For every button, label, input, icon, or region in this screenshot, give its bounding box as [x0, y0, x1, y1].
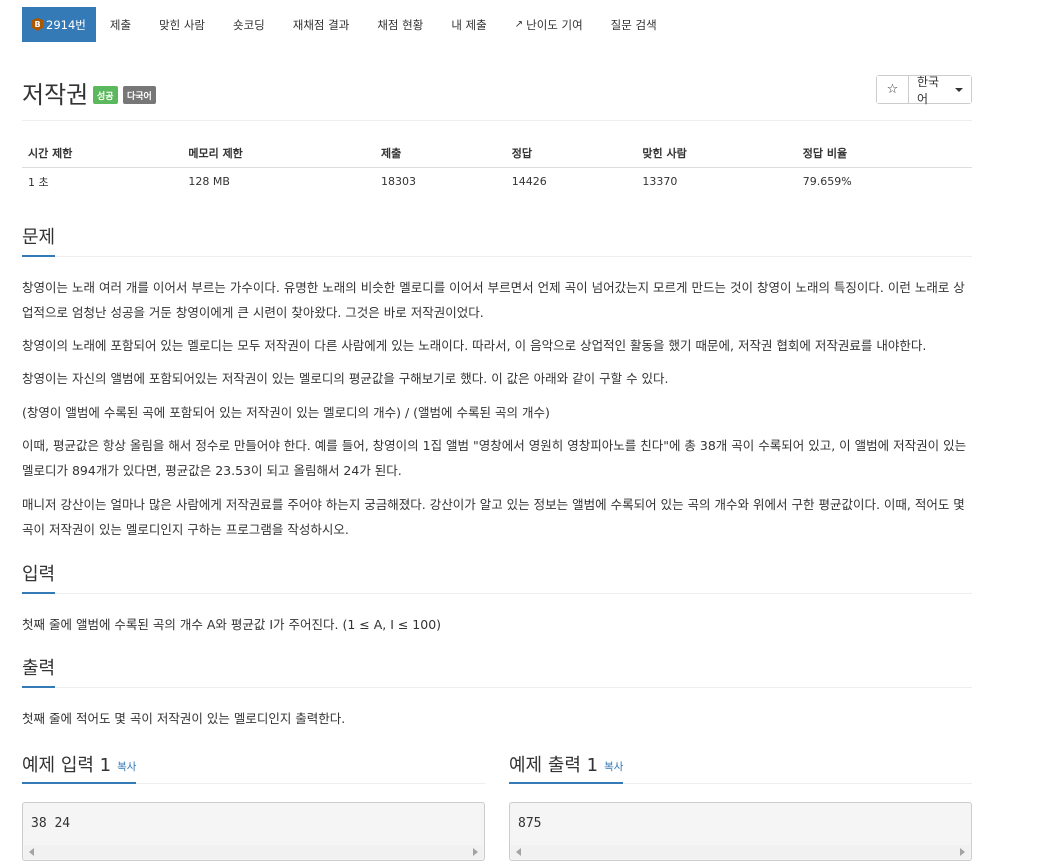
header-accept-ratio: 정답 비율: [796, 140, 972, 168]
sample-output-heading: 예제 출력 1: [509, 755, 599, 776]
sample-output-box[interactable]: 875: [509, 802, 972, 861]
problem-paragraph: 매니저 강산이는 얼마나 많은 사람에게 저작권료를 주어야 하는지 궁금해졌다…: [22, 497, 965, 537]
title-button-group: ☆ 한국어: [876, 75, 972, 106]
info-value-row: 1 초 128 MB 18303 14426 13370 79.659%: [22, 167, 972, 196]
output-section-header: 출력: [22, 654, 972, 688]
value-memory-limit: 128 MB: [188, 175, 230, 189]
star-icon: ☆: [886, 82, 899, 97]
external-link-icon: ↗: [514, 19, 524, 30]
tab-difficulty-contribution[interactable]: ↗ 난이도 기여: [501, 7, 597, 42]
multilingual-badge: 다국어: [123, 86, 156, 104]
copy-sample-output-button[interactable]: 복사: [604, 761, 623, 773]
sample-output-value: 875: [518, 816, 542, 831]
tab-status[interactable]: 채점 현황: [363, 7, 437, 42]
value-solved-users: 13370: [642, 175, 678, 189]
problem-paragraph: 창영이는 자신의 앨범에 포함되어있는 저작권이 있는 멜로디의 평균값을 구해…: [22, 371, 669, 386]
language-dropdown[interactable]: 한국어: [909, 75, 971, 106]
header-submissions: 제출: [375, 140, 506, 168]
horizontal-scrollbar[interactable]: [24, 845, 483, 859]
sample-input-header: 예제 입력 1 복사: [22, 751, 485, 784]
input-section-header: 입력: [22, 560, 972, 594]
tab-submit[interactable]: 제출: [96, 7, 145, 42]
sample-output-heading-wrap: 예제 출력 1 복사: [509, 751, 624, 784]
problem-info-table: 시간 제한 메모리 제한 제출 정답 맞힌 사람 정답 비율 1 초 128 M…: [22, 140, 972, 196]
language-label: 한국어: [917, 74, 940, 106]
sample-input-value: 38 24: [31, 816, 71, 831]
header-solved-users: 맞힌 사람: [636, 140, 797, 168]
header-accepted: 정답: [505, 140, 637, 168]
tab-solved-users[interactable]: 맞힌 사람: [145, 7, 219, 42]
input-description: 첫째 줄에 앨범에 수록된 곡의 개수 A와 평균값 I가 주어진다. (1 ≤…: [22, 617, 442, 632]
value-time-limit: 1 초: [28, 175, 49, 189]
sample-input-heading: 예제 입력 1: [22, 755, 112, 776]
horizontal-scrollbar[interactable]: [511, 845, 970, 859]
value-accept-ratio: 79.659%: [802, 175, 852, 189]
header-time-limit: 시간 제한: [22, 140, 183, 168]
scroll-right-arrow-icon[interactable]: [473, 848, 478, 856]
bronze-tier-icon: B: [32, 18, 43, 31]
problem-menu: B 2914번 제출 맞힌 사람 숏코딩 재채점 결과 채점 현황 내 제출 ↗…: [22, 7, 671, 42]
output-heading: 출력: [22, 654, 56, 688]
problem-number-label: 2914번: [46, 17, 86, 32]
sample-input-heading-wrap: 예제 입력 1 복사: [22, 751, 137, 784]
value-accepted: 14426: [511, 175, 547, 189]
page-title: 저작권: [22, 81, 89, 109]
value-submissions: 18303: [381, 175, 417, 189]
problem-page: B 2914번 제출 맞힌 사람 숏코딩 재채점 결과 채점 현황 내 제출 ↗…: [0, 0, 1043, 867]
tab-short-coding[interactable]: 숏코딩: [219, 7, 279, 42]
problem-heading: 문제: [22, 223, 56, 257]
success-badge: 성공: [93, 86, 118, 104]
star-button[interactable]: ☆: [877, 76, 909, 103]
title-row: 저작권 성공 다국어 ☆ 한국어: [22, 72, 972, 112]
tab-problem-number[interactable]: B 2914번: [22, 7, 96, 42]
problem-paragraph: 이때, 평균값은 항상 올림을 해서 정수로 만들어야 한다. 예를 들어, 창…: [22, 438, 967, 478]
tab-my-submissions[interactable]: 내 제출: [437, 7, 500, 42]
info-header-row: 시간 제한 메모리 제한 제출 정답 맞힌 사람 정답 비율: [22, 140, 972, 168]
problem-paragraph: (창영이 앨범에 수록된 곡에 포함되어 있는 저작권이 있는 멜로디의 개수)…: [22, 405, 550, 420]
problem-section-header: 문제: [22, 223, 972, 257]
scroll-left-arrow-icon[interactable]: [29, 848, 34, 856]
title-divider: [22, 120, 972, 121]
difficulty-contribution-label: 난이도 기여: [526, 17, 583, 32]
tab-rejudge-results[interactable]: 재채점 결과: [279, 7, 364, 42]
scroll-right-arrow-icon[interactable]: [960, 848, 965, 856]
scroll-left-arrow-icon[interactable]: [516, 848, 521, 856]
tab-question-search[interactable]: 질문 검색: [597, 7, 671, 42]
problem-paragraph: 창영이의 노래에 포함되어 있는 멜로디는 모두 저작권이 다른 사람에게 있는…: [22, 338, 927, 353]
caret-down-icon: [955, 87, 963, 92]
copy-sample-input-button[interactable]: 복사: [117, 761, 136, 773]
output-description: 첫째 줄에 적어도 몇 곡이 저작권이 있는 멜로디인지 출력한다.: [22, 711, 346, 726]
sample-input-box[interactable]: 38 24: [22, 802, 485, 861]
problem-paragraph: 창영이는 노래 여러 개를 이어서 부르는 가수이다. 유명한 노래의 비슷한 …: [22, 280, 965, 320]
input-heading: 입력: [22, 560, 56, 594]
header-memory-limit: 메모리 제한: [182, 140, 376, 168]
sample-output-header: 예제 출력 1 복사: [509, 751, 972, 784]
